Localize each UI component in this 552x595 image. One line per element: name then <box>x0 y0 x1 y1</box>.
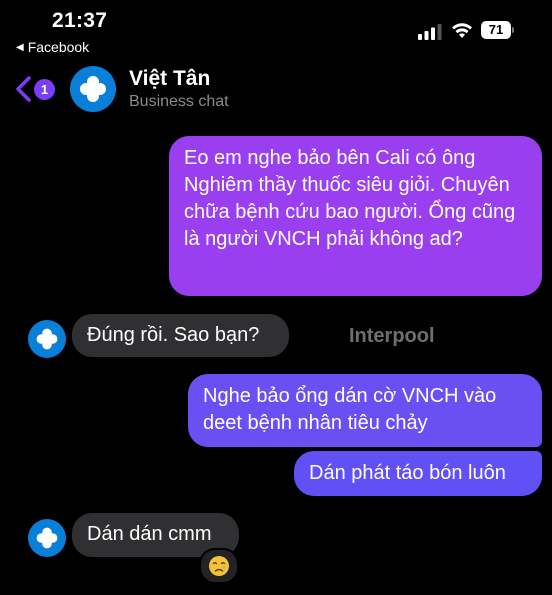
flower-logo-icon <box>36 527 58 549</box>
sender-avatar[interactable] <box>28 320 66 358</box>
crying-face-icon <box>209 556 229 576</box>
battery-icon: 71 <box>481 21 515 39</box>
message-reaction[interactable] <box>199 548 239 584</box>
contact-avatar[interactable] <box>70 66 116 112</box>
contact-subtitle: Business chat <box>129 93 229 110</box>
outgoing-message[interactable]: Nghe bảo ổng dán cờ VNCH vào deet bệnh n… <box>188 374 542 447</box>
outgoing-message[interactable]: Eo em nghe bảo bên Cali có ông Nghiêm th… <box>169 136 542 296</box>
back-triangle-icon: ◀ <box>16 41 24 53</box>
back-button[interactable]: 1 <box>14 74 64 104</box>
cellular-signal-icon <box>418 24 442 40</box>
contact-name[interactable]: Việt Tân <box>129 67 210 91</box>
unread-count-badge: 1 <box>34 79 55 100</box>
status-bar: 21:37 ◀ Facebook 71 <box>0 0 552 60</box>
wifi-icon <box>452 23 472 38</box>
back-to-app-link[interactable]: ◀ Facebook <box>16 39 89 55</box>
back-app-label: Facebook <box>27 39 90 55</box>
chat-header: 1 Việt Tân Business chat <box>0 62 552 118</box>
incoming-message[interactable]: Đúng rồi. Sao bạn? <box>72 314 289 357</box>
chevron-left-icon <box>16 76 31 102</box>
battery-level: 71 <box>481 21 511 39</box>
sender-avatar[interactable] <box>28 519 66 557</box>
status-time: 21:37 <box>52 9 108 32</box>
flower-logo-icon <box>36 328 58 350</box>
watermark: Interpool <box>349 325 435 347</box>
outgoing-message[interactable]: Dán phát táo bón luôn <box>294 451 542 496</box>
flower-logo-icon <box>80 76 106 102</box>
